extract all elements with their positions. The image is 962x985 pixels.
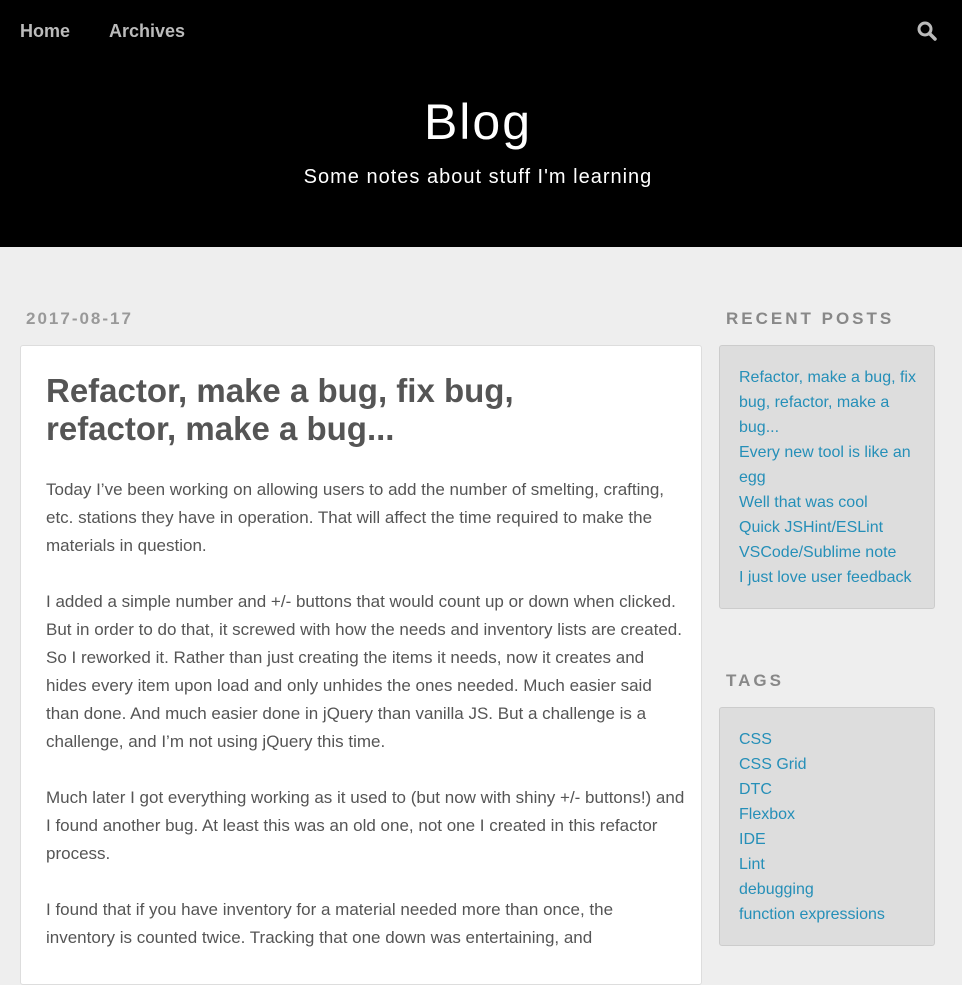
post-body: Today I’ve been working on allowing user… [46,476,686,980]
tag-link[interactable]: Flexbox [739,806,795,823]
recent-post-item: Quick JSHint/ESLint VSCode/Sublime note [739,515,919,565]
post-title[interactable]: Refactor, make a bug, fix bug, refactor,… [46,372,646,448]
recent-post-item: Every new tool is like an egg [739,440,919,490]
tag-link[interactable]: Lint [739,856,765,873]
nav-home-link[interactable]: Home [20,20,70,42]
tags-heading-text: Tags [726,671,784,690]
recent-posts-heading-text: Recent Posts [726,309,895,328]
nav-archives-link[interactable]: Archives [109,20,185,42]
tag-item: CSS [739,727,919,752]
tag-item: IDE [739,827,919,852]
search-icon[interactable] [916,20,938,42]
site-header: Home Archives Blog Some notes about stuf… [0,0,962,247]
tag-item: Flexbox [739,802,919,827]
recent-post-link[interactable]: Quick JSHint/ESLint VSCode/Sublime note [739,519,896,561]
tag-item: DTC [739,777,919,802]
tag-link[interactable]: function expressions [739,906,885,923]
recent-post-item: I just love user feedback [739,565,919,590]
recent-post-link[interactable]: Every new tool is like an egg [739,444,911,486]
tags-widget: CSS CSS Grid DTC Flexbox IDE Lint debugg… [719,707,935,946]
tag-item: Lint [739,852,919,877]
tags-heading: Tags [726,671,784,691]
tag-item: CSS Grid [739,752,919,777]
post-paragraph: Today I’ve been working on allowing user… [46,480,665,555]
recent-post-item: Refactor, make a bug, fix bug, refactor,… [739,365,919,440]
site-title[interactable]: Blog [0,92,956,152]
tag-link[interactable]: debugging [739,881,814,898]
recent-post-link[interactable]: Well that was cool [739,494,868,511]
tag-link[interactable]: CSS [739,731,772,748]
tag-link[interactable]: DTC [739,781,772,798]
recent-post-link[interactable]: Refactor, make a bug, fix bug, refactor,… [739,369,916,436]
recent-posts-list: Refactor, make a bug, fix bug, refactor,… [739,365,919,590]
tag-item: function expressions [739,902,919,927]
post-paragraph: Much later I got everything working as i… [46,788,685,863]
site-subtitle: Some notes about stuff I'm learning [303,166,653,188]
post-paragraph: I added a simple number and +/- buttons … [46,592,682,751]
recent-posts-heading: Recent Posts [726,309,894,329]
tags-list: CSS CSS Grid DTC Flexbox IDE Lint debugg… [739,727,919,927]
recent-post-link[interactable]: I just love user feedback [739,569,912,586]
tag-item: debugging [739,877,919,902]
recent-posts-widget: Refactor, make a bug, fix bug, refactor,… [719,345,935,609]
post-paragraph: I found that if you have inventory for a… [46,900,614,947]
tag-link[interactable]: IDE [739,831,766,848]
post-date[interactable]: 2017-08-17 [26,309,133,329]
post-article: Refactor, make a bug, fix bug, refactor,… [20,345,702,985]
recent-post-item: Well that was cool [739,490,919,515]
tag-link[interactable]: CSS Grid [739,756,807,773]
